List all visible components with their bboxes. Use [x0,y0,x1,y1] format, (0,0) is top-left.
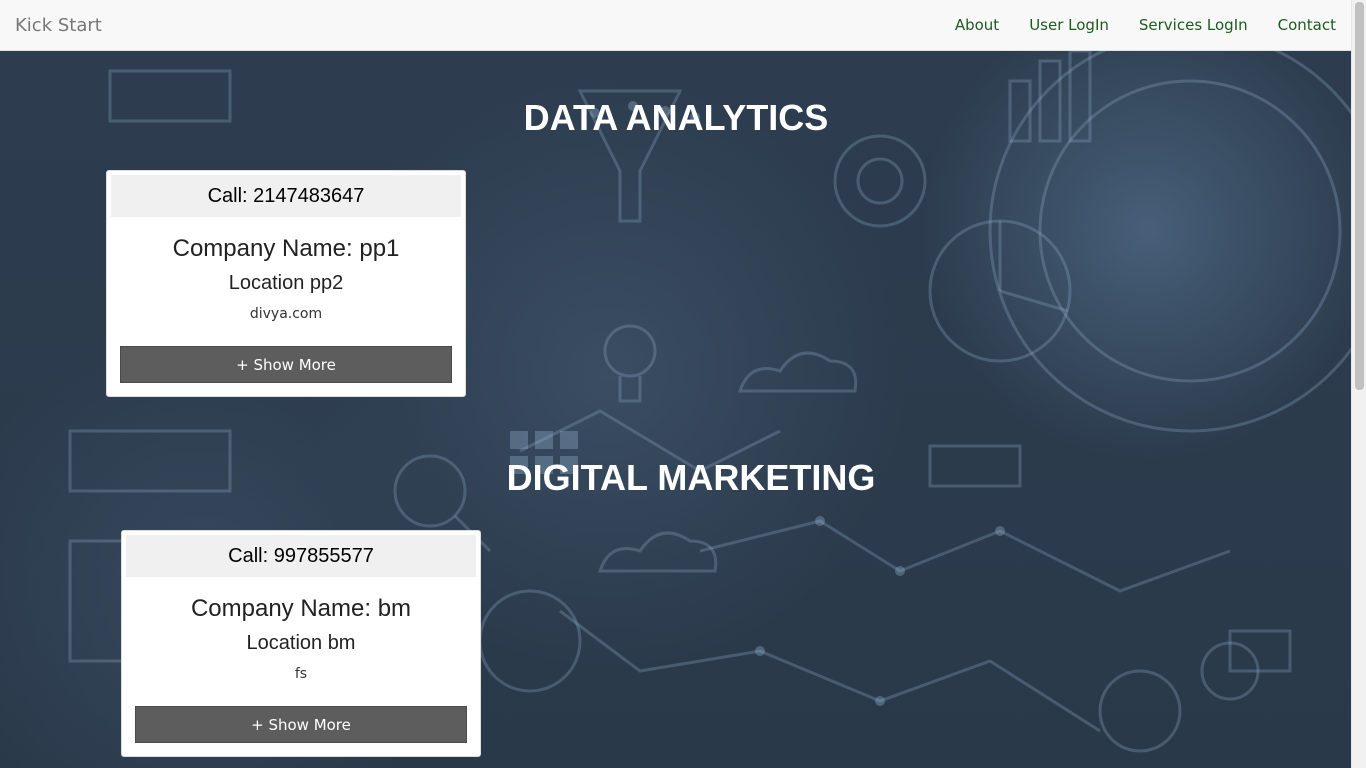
card-location: Location bm [246,632,356,654]
card-company-name: Company Name: bm [190,595,412,622]
main-content: DATA ANALYTICS Call: 2147483647 Company … [0,51,1351,768]
company-card: Call: 997855577 Company Name: bm Locatio… [121,530,481,757]
nav-links: About User LogIn Services LogIn Contact [955,16,1336,34]
vertical-scrollbar[interactable] [1351,0,1366,768]
section-title-digital-marketing: DIGITAL MARKETING [506,457,876,498]
top-navbar: Kick Start About User LogIn Services Log… [0,0,1351,51]
scrollbar-thumb[interactable] [1355,2,1364,390]
company-card: Call: 2147483647 Company Name: pp1 Locat… [106,170,466,397]
card-call-header: Call: 997855577 [126,535,476,577]
nav-user-login-link[interactable]: User LogIn [1029,16,1109,34]
card-call-header: Call: 2147483647 [111,175,461,217]
show-more-button[interactable]: + Show More [135,706,467,743]
card-website: divya.com [249,306,323,322]
card-company-name: Company Name: pp1 [172,235,400,262]
brand-link[interactable]: Kick Start [15,15,102,36]
card-website: fs [294,666,308,682]
section-title-data-analytics: DATA ANALYTICS [523,97,829,138]
nav-services-login-link[interactable]: Services LogIn [1139,16,1248,34]
show-more-button[interactable]: + Show More [120,346,452,383]
nav-contact-link[interactable]: Contact [1278,16,1336,34]
card-location: Location pp2 [228,272,344,294]
nav-about-link[interactable]: About [955,16,999,34]
